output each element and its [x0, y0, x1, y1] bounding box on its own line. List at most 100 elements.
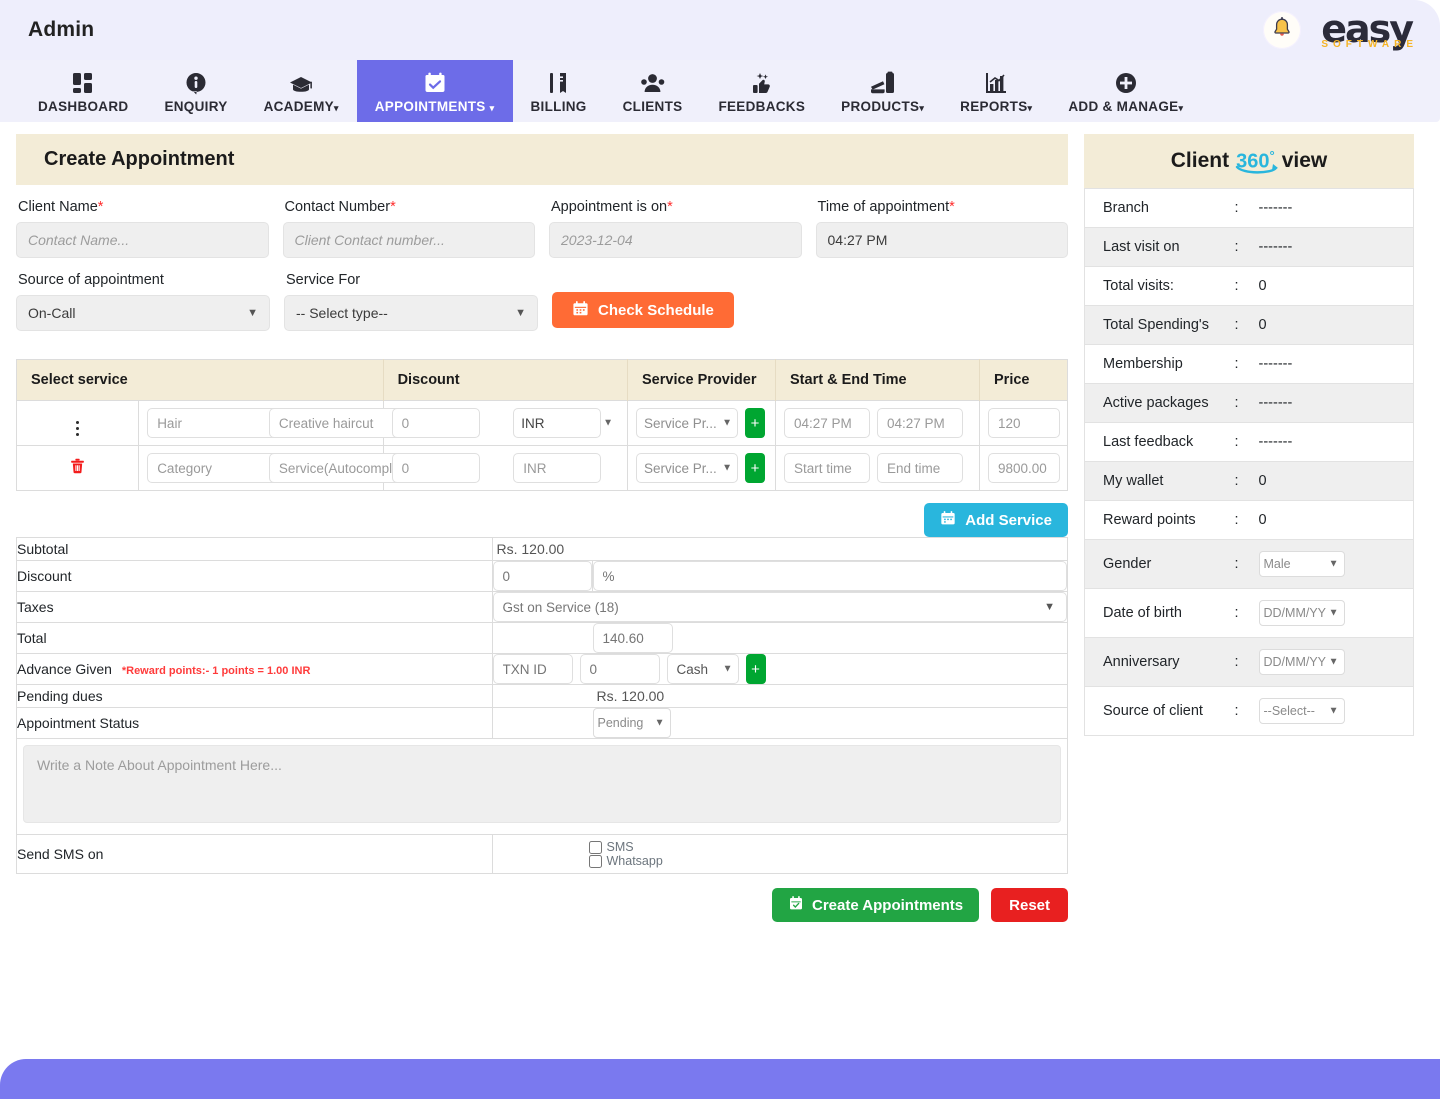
currency-select[interactable]: INR	[513, 408, 601, 438]
price-input[interactable]	[988, 408, 1060, 438]
chevron-down-icon: ▾	[1028, 103, 1033, 113]
row-discount-cell	[383, 401, 505, 446]
row-separator: :	[1235, 227, 1259, 266]
taxes-select[interactable]: Gst on Service (18)	[493, 592, 1068, 622]
main-navigation[interactable]: DASHBOARD ENQUIRY ACADEMY▾	[0, 60, 1440, 122]
advance-label-cell: Advance Given *Reward points:- 1 points …	[17, 654, 493, 685]
currency-input[interactable]	[513, 453, 601, 483]
appointment-note-textarea[interactable]	[23, 745, 1061, 823]
nav-item-enquiry[interactable]: ENQUIRY	[146, 60, 245, 122]
field-appointment-date: Appointment is on*	[549, 199, 802, 258]
subtotal-value: Rs. 120.00	[493, 538, 593, 560]
create-appointments-button[interactable]: Create Appointments	[772, 888, 979, 922]
reset-button[interactable]: Reset	[991, 888, 1068, 922]
create-appointment-heading: Create Appointment	[16, 134, 1068, 185]
row-value: 0	[1259, 461, 1414, 500]
date-of-birth-select[interactable]: DD/MM/YY	[1259, 600, 1345, 626]
nav-item-add-and-manage[interactable]: ADD & MANAGE▾	[1050, 60, 1201, 122]
end-time-input[interactable]	[877, 453, 963, 483]
add-advance-button[interactable]: +	[746, 654, 766, 684]
check-schedule-cell: Check Schedule	[552, 272, 812, 331]
row-value-cell: DD/MM/YY ▼	[1259, 588, 1414, 637]
row-handle-cell[interactable]	[17, 401, 139, 446]
total-value-input[interactable]	[593, 623, 673, 653]
notification-button[interactable]	[1263, 11, 1301, 49]
start-time-input[interactable]	[784, 453, 870, 483]
required-marker: *	[949, 199, 955, 215]
appointment-status-select[interactable]: Pending	[593, 708, 671, 738]
provider-select-wrap: Service Pr... ▼	[636, 408, 738, 438]
add-provider-button[interactable]: +	[745, 453, 765, 483]
service-for-select[interactable]: -- Select type--	[284, 295, 538, 331]
appointment-date-input[interactable]	[549, 222, 802, 258]
list-item: Last visit on : -------	[1085, 227, 1414, 266]
service-provider-select[interactable]: Service Pr...	[636, 408, 738, 438]
nav-item-feedbacks[interactable]: FEEDBACKS	[700, 60, 823, 122]
row-currency-cell: INR ▼	[505, 401, 627, 446]
nav-item-appointments[interactable]: APPOINTMENTS ▾	[357, 60, 513, 122]
source-of-client-select[interactable]: --Select--	[1259, 698, 1345, 724]
row-value-cell: DD/MM/YY ▼	[1259, 637, 1414, 686]
end-time-input[interactable]	[877, 408, 963, 438]
gender-select[interactable]: Male	[1259, 551, 1345, 577]
trash-icon[interactable]	[69, 460, 86, 479]
whatsapp-checkbox-row[interactable]: Whatsapp	[589, 854, 1058, 868]
add-provider-button[interactable]: +	[745, 408, 765, 438]
row-category-cell	[139, 446, 261, 491]
service-for-select-wrap: -- Select type-- ▼	[284, 295, 538, 331]
gender-select-wrap: Male ▼	[1259, 551, 1345, 577]
discount-input[interactable]	[392, 453, 480, 483]
nav-item-reports[interactable]: REPORTS▾	[942, 60, 1050, 122]
advance-amount-input[interactable]	[580, 654, 660, 684]
field-source-of-appointment: Source of appointment On-Call ▼	[16, 272, 270, 331]
start-time-input[interactable]	[784, 408, 870, 438]
discount-input[interactable]	[392, 408, 480, 438]
row-value: 0	[1259, 305, 1414, 344]
nav-item-academy[interactable]: ACADEMY▾	[246, 60, 357, 122]
add-service-label: Add Service	[965, 512, 1052, 529]
service-provider-select[interactable]: Service Pr...	[636, 453, 738, 483]
contact-number-input[interactable]	[283, 222, 536, 258]
nav-label: ACADEMY▾	[264, 99, 339, 114]
nav-item-clients[interactable]: CLIENTS	[605, 60, 701, 122]
check-schedule-button[interactable]: Check Schedule	[552, 292, 734, 328]
calendar-check-icon	[788, 895, 804, 915]
whatsapp-checkbox[interactable]	[589, 855, 602, 868]
calendar-icon	[572, 300, 589, 321]
form-row-2: Source of appointment On-Call ▼ Service …	[16, 272, 1068, 331]
row-delete-cell[interactable]	[17, 446, 139, 491]
summary-row-status: Appointment Status Pending ▼	[17, 708, 1068, 739]
table-row: INR ▼ Service Pr... ▼	[17, 401, 1068, 446]
appointment-on-label: Appointment is on*	[551, 199, 802, 215]
source-of-appointment-select[interactable]: On-Call	[16, 295, 270, 331]
appointment-time-input[interactable]	[816, 222, 1069, 258]
row-separator: :	[1235, 588, 1259, 637]
summary-discount-unit-input[interactable]	[593, 561, 1068, 591]
sms-checkbox-row[interactable]: SMS	[589, 840, 1058, 854]
summary-row-sms: Send SMS on SMS Whatsapp	[17, 835, 1068, 874]
service-table: Select service Discount Service Provider…	[16, 359, 1068, 491]
anniversary-select[interactable]: DD/MM/YY	[1259, 649, 1345, 675]
advance-txn-id-input[interactable]	[493, 654, 573, 684]
nav-item-dashboard[interactable]: DASHBOARD	[20, 60, 146, 122]
bell-icon	[1271, 16, 1293, 45]
field-service-for: Service For -- Select type-- ▼	[284, 272, 538, 331]
summary-discount-input[interactable]	[493, 561, 592, 591]
nav-item-products[interactable]: PRODUCTS▾	[823, 60, 942, 122]
client-name-input[interactable]	[16, 222, 269, 258]
advance-payment-mode-select[interactable]: Cash	[667, 654, 739, 684]
row-value: -------	[1259, 227, 1414, 266]
client-name-label: Client Name*	[18, 199, 269, 215]
pending-dues-value: Rs. 120.00	[593, 685, 1068, 707]
sms-checkbox[interactable]	[589, 841, 602, 854]
row-separator: :	[1235, 686, 1259, 735]
discount-input-cell	[492, 561, 592, 592]
nav-item-billing[interactable]: BILLING	[513, 60, 605, 122]
add-service-button[interactable]: Add Service	[924, 503, 1068, 537]
row-value-cell: --Select-- ▼	[1259, 686, 1414, 735]
service-table-header-row: Select service Discount Service Provider…	[17, 360, 1068, 401]
drag-dots-icon[interactable]	[76, 421, 79, 436]
price-input[interactable]	[988, 453, 1060, 483]
nav-label: APPOINTMENTS ▾	[375, 99, 495, 114]
row-separator: :	[1235, 266, 1259, 305]
